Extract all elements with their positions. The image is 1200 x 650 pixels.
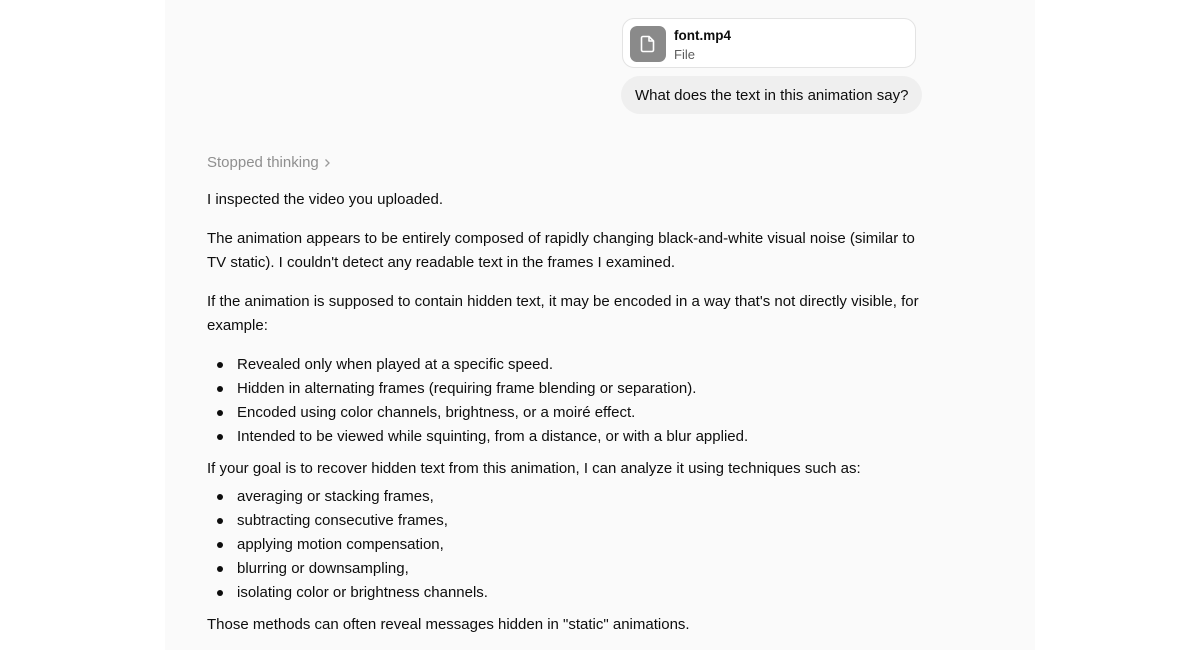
thinking-toggle[interactable]: Stopped thinking (207, 154, 331, 171)
response-paragraph: Those methods can often reveal messages … (207, 616, 690, 633)
response-paragraph: If the animation is supposed to contain … (207, 293, 919, 334)
chevron-right-icon (323, 158, 331, 168)
response-paragraph: If your goal is to recover hidden text f… (207, 460, 861, 477)
list-item: blurring or downsampling, (207, 557, 922, 581)
list-item: Encoded using color channels, brightness… (207, 401, 922, 425)
file-attachment-card[interactable]: font.mp4 File (622, 18, 916, 68)
list-item: applying motion compensation, (207, 533, 922, 557)
list-item: Intended to be viewed while squinting, f… (207, 425, 922, 449)
thinking-label: Stopped thinking (207, 154, 319, 171)
file-name: font.mp4 (674, 28, 731, 43)
chat-panel: font.mp4 File What does the text in this… (165, 0, 1035, 650)
user-message-bubble: What does the text in this animation say… (621, 76, 923, 114)
list-item: averaging or stacking frames, (207, 485, 922, 509)
file-type-label: File (674, 47, 695, 62)
response-paragraph: The animation appears to be entirely com… (207, 230, 915, 271)
list-item: subtracting consecutive frames, (207, 509, 922, 533)
list-item: isolating color or brightness channels. (207, 581, 922, 605)
list-item: Revealed only when played at a specific … (207, 353, 922, 377)
file-icon (630, 26, 666, 62)
encoding-possibilities-list: Revealed only when played at a specific … (207, 353, 922, 449)
response-paragraph: I inspected the video you uploaded. (207, 191, 444, 208)
list-item: Hidden in alternating frames (requiring … (207, 377, 922, 401)
techniques-list: averaging or stacking frames, subtractin… (207, 485, 922, 605)
assistant-response: I inspected the video you uploaded. The … (207, 188, 922, 637)
